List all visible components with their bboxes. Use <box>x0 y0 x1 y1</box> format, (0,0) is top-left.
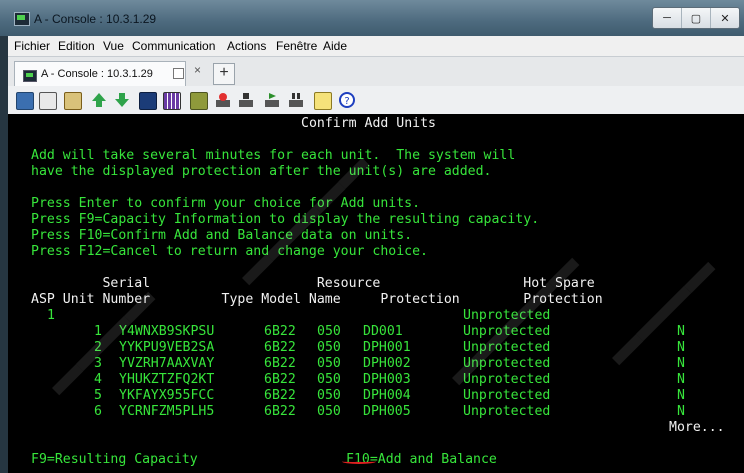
menu-fichier[interactable]: Fichier <box>14 39 50 53</box>
record-icon[interactable] <box>215 92 231 108</box>
unit-type: 6B22 <box>264 404 296 419</box>
menu-communication[interactable]: Communication <box>132 39 215 53</box>
notes-icon[interactable] <box>314 92 332 110</box>
watermark: ▬▬▬▬ <box>598 247 722 371</box>
menu-aide[interactable]: Aide <box>323 39 347 53</box>
help-icon[interactable]: ? <box>339 92 355 108</box>
svg-text:?: ? <box>344 96 349 107</box>
unit-number: 6 <box>94 404 102 419</box>
screen-title: Confirm Add Units <box>301 116 436 131</box>
menu-fenetre[interactable]: Fenêtre <box>276 39 317 53</box>
unit-protection: Unprotected <box>463 404 551 419</box>
fkey-f9[interactable]: F9=Resulting Capacity <box>31 452 198 468</box>
resource-name: DPH003 <box>363 372 411 387</box>
maximize-button[interactable]: ▢ <box>682 8 711 28</box>
hot-spare: N <box>677 324 685 339</box>
minimize-button[interactable]: ─ <box>653 8 682 28</box>
instruction-f12: Press F12=Cancel to return and change yo… <box>31 244 428 259</box>
menu-actions[interactable]: Actions <box>227 39 266 53</box>
hot-spare: N <box>677 340 685 355</box>
window-controls: ─ ▢ ✕ <box>652 7 740 29</box>
menu-bar: Fichier Edition Vue Communication Action… <box>8 36 744 56</box>
resource-name: DPH005 <box>363 404 411 419</box>
copy-icon[interactable] <box>16 92 34 110</box>
session-tab-label: A - Console : 10.3.1.29 <box>41 68 153 80</box>
asp-number: 1 <box>47 308 55 323</box>
download-icon[interactable] <box>114 92 130 108</box>
play-icon[interactable] <box>264 92 280 108</box>
instruction-enter: Press Enter to confirm your choice for A… <box>31 196 421 211</box>
pause-icon[interactable] <box>288 92 304 108</box>
console-tab-icon <box>23 70 37 82</box>
window-left-border <box>0 36 8 473</box>
unit-model: 050 <box>317 388 341 403</box>
tab-float-icon[interactable] <box>173 68 184 79</box>
grid-icon[interactable] <box>163 92 181 110</box>
hot-spare: N <box>677 388 685 403</box>
unit-model: 050 <box>317 356 341 371</box>
clipboard-icon[interactable] <box>64 92 82 110</box>
serial-number: YYKPU9VEB2SA <box>119 340 215 355</box>
unit-number: 5 <box>94 388 102 403</box>
serial-number: YHUKZTZFQ2KT <box>119 372 215 387</box>
intro-line-2: have the displayed protection after the … <box>31 164 492 179</box>
display-icon[interactable] <box>139 92 157 110</box>
menu-edition[interactable]: Edition <box>58 39 95 53</box>
menu-vue[interactable]: Vue <box>103 39 124 53</box>
resource-name: DPH001 <box>363 340 411 355</box>
unit-model: 050 <box>317 372 341 387</box>
hot-spare: N <box>677 356 685 371</box>
serial-number: YKFAYX955FCC <box>119 388 215 403</box>
unit-model: 050 <box>317 340 341 355</box>
unit-number: 4 <box>94 372 102 387</box>
window-title: A - Console : 10.3.1.29 <box>34 12 157 26</box>
resource-name: DD001 <box>363 324 403 339</box>
close-button[interactable]: ✕ <box>711 8 739 28</box>
session-tab-bar: A - Console : 10.3.1.29 × + <box>8 56 744 88</box>
unit-model: 050 <box>317 404 341 419</box>
unit-type: 6B22 <box>264 324 296 339</box>
session-tab[interactable]: A - Console : 10.3.1.29 <box>14 61 186 88</box>
paste-icon[interactable] <box>39 92 57 110</box>
hot-spare: N <box>677 372 685 387</box>
unit-type: 6B22 <box>264 372 296 387</box>
column-header-row-1: Serial Resource Hot Spare <box>31 276 595 291</box>
serial-number: YVZRH7AAXVAY <box>119 356 215 371</box>
toolbar: ? <box>8 86 744 115</box>
upload-icon[interactable] <box>91 92 107 108</box>
tab-close-icon[interactable]: × <box>194 63 201 77</box>
unit-model: 050 <box>317 324 341 339</box>
unit-type: 6B22 <box>264 356 296 371</box>
resource-name: DPH002 <box>363 356 411 371</box>
instruction-f10: Press F10=Confirm Add and Balance data o… <box>31 228 413 243</box>
console-app-icon <box>14 12 30 26</box>
resource-name: DPH004 <box>363 388 411 403</box>
macro-icon[interactable] <box>190 92 208 110</box>
serial-number: YCRNFZM5PLH5 <box>119 404 215 419</box>
unit-type: 6B22 <box>264 388 296 403</box>
window-title-bar[interactable]: A - Console : 10.3.1.29 ─ ▢ ✕ <box>0 0 744 36</box>
hot-spare: N <box>677 404 685 419</box>
f10-underline-mark <box>342 459 376 464</box>
add-tab-button[interactable]: + <box>213 63 235 85</box>
terminal-screen[interactable]: Confirm Add Units Add will take several … <box>8 114 744 473</box>
intro-line-1: Add will take several minutes for each u… <box>31 148 516 163</box>
more-indicator: More... <box>669 420 725 435</box>
unit-protection: Unprotected <box>463 388 551 403</box>
unit-type: 6B22 <box>264 340 296 355</box>
stop-icon[interactable] <box>238 92 254 108</box>
